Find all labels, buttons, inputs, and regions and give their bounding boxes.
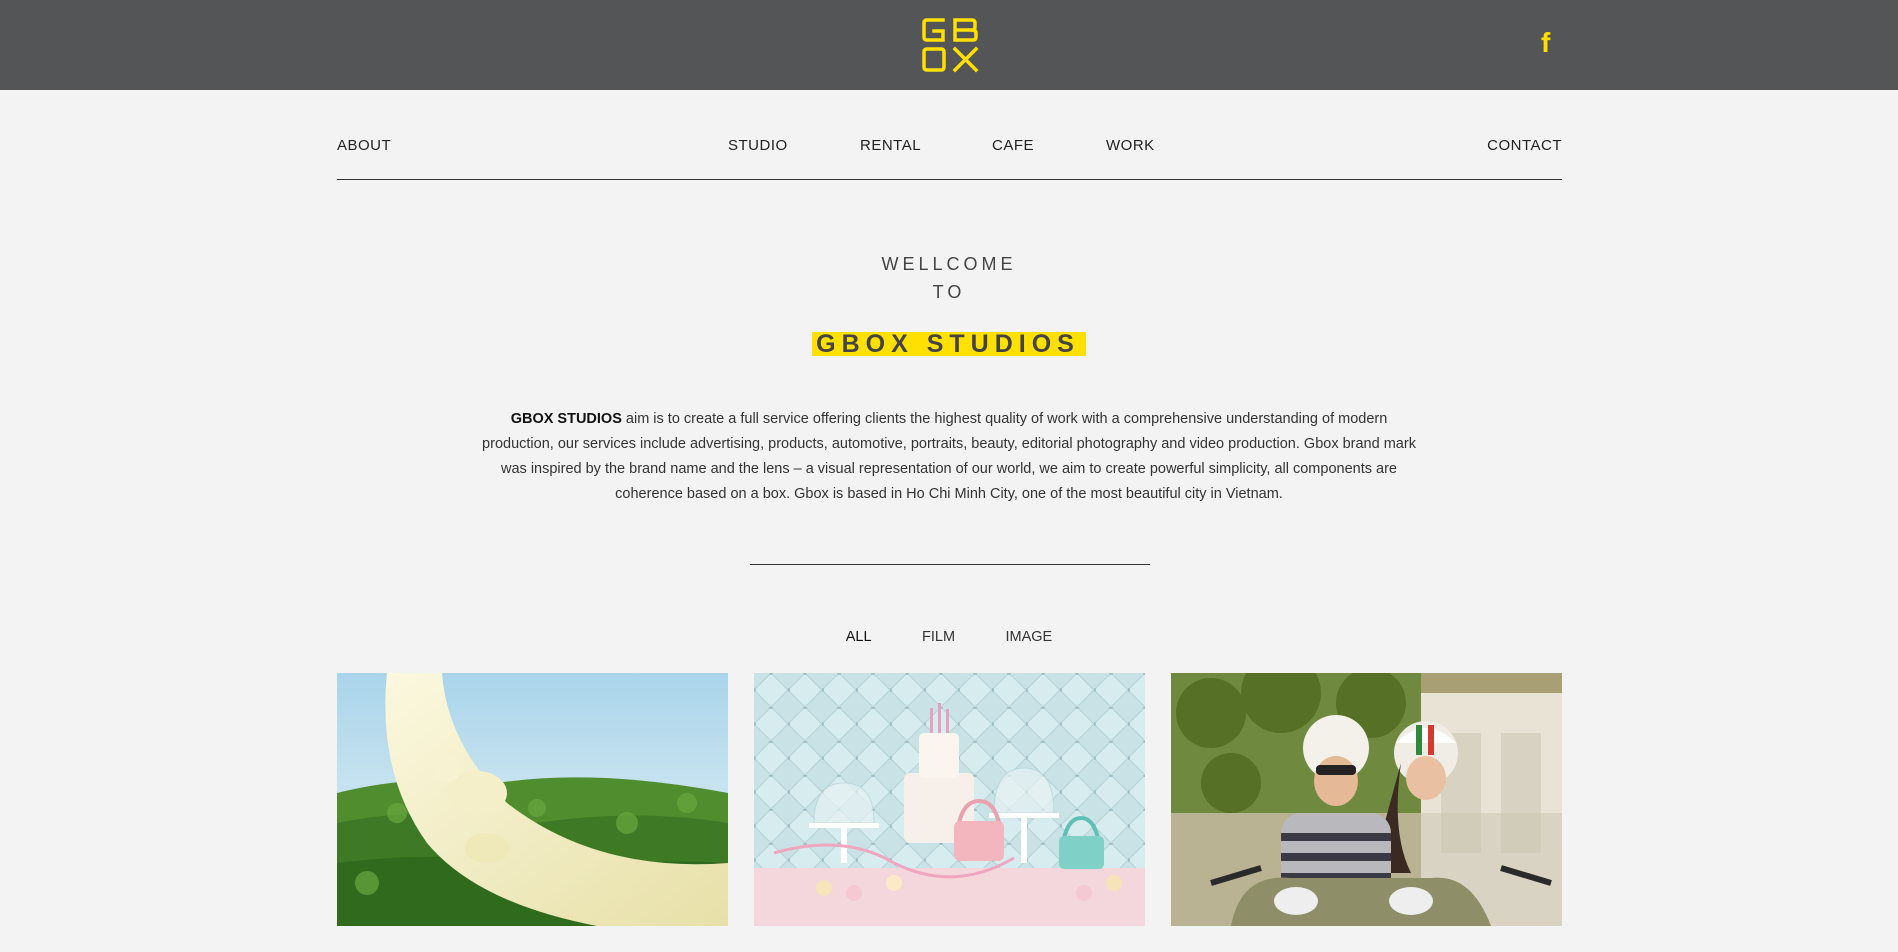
welcome-line-2: TO [932, 282, 966, 302]
nav-contact[interactable]: CONTACT [1487, 137, 1562, 154]
main-nav: ABOUT STUDIO RENTAL CAFE WORK CONTACT [337, 125, 1562, 180]
about-description: GBOX STUDIOS aim is to create a full ser… [480, 407, 1418, 507]
facebook-icon[interactable]: f [1541, 28, 1557, 58]
scooter-image [1171, 673, 1562, 926]
filter-image[interactable]: IMAGE [1006, 629, 1053, 645]
nav-cafe[interactable]: CAFE [992, 137, 1034, 154]
gbox-logo[interactable] [921, 16, 979, 74]
nav-rental[interactable]: RENTAL [860, 137, 921, 154]
cake-image [754, 673, 1145, 926]
nav-work[interactable]: WORK [1106, 137, 1155, 154]
portfolio-tile-scooter[interactable] [1171, 673, 1562, 926]
portfolio-filters: ALL FILM IMAGE [0, 628, 1898, 646]
header-bar: f [0, 0, 1898, 90]
hero-section: WELLCOME TO GBOX STUDIOS [0, 250, 1898, 357]
brand-title: GBOX STUDIOS [812, 332, 1086, 357]
section-divider [750, 564, 1150, 565]
welcome-line-1: WELLCOME [881, 254, 1017, 274]
nav-about[interactable]: ABOUT [337, 137, 391, 154]
portfolio-tile-cake[interactable] [754, 673, 1145, 926]
nav-studio[interactable]: STUDIO [728, 137, 788, 154]
portfolio-tile-milk[interactable] [337, 673, 728, 926]
milk-splash-image [337, 673, 728, 926]
description-body: aim is to create a full service offering… [482, 410, 1416, 502]
description-lead: GBOX STUDIOS [510, 410, 622, 427]
portfolio-grid [337, 673, 1562, 926]
filter-film[interactable]: FILM [922, 629, 955, 645]
filter-all[interactable]: ALL [846, 629, 872, 645]
